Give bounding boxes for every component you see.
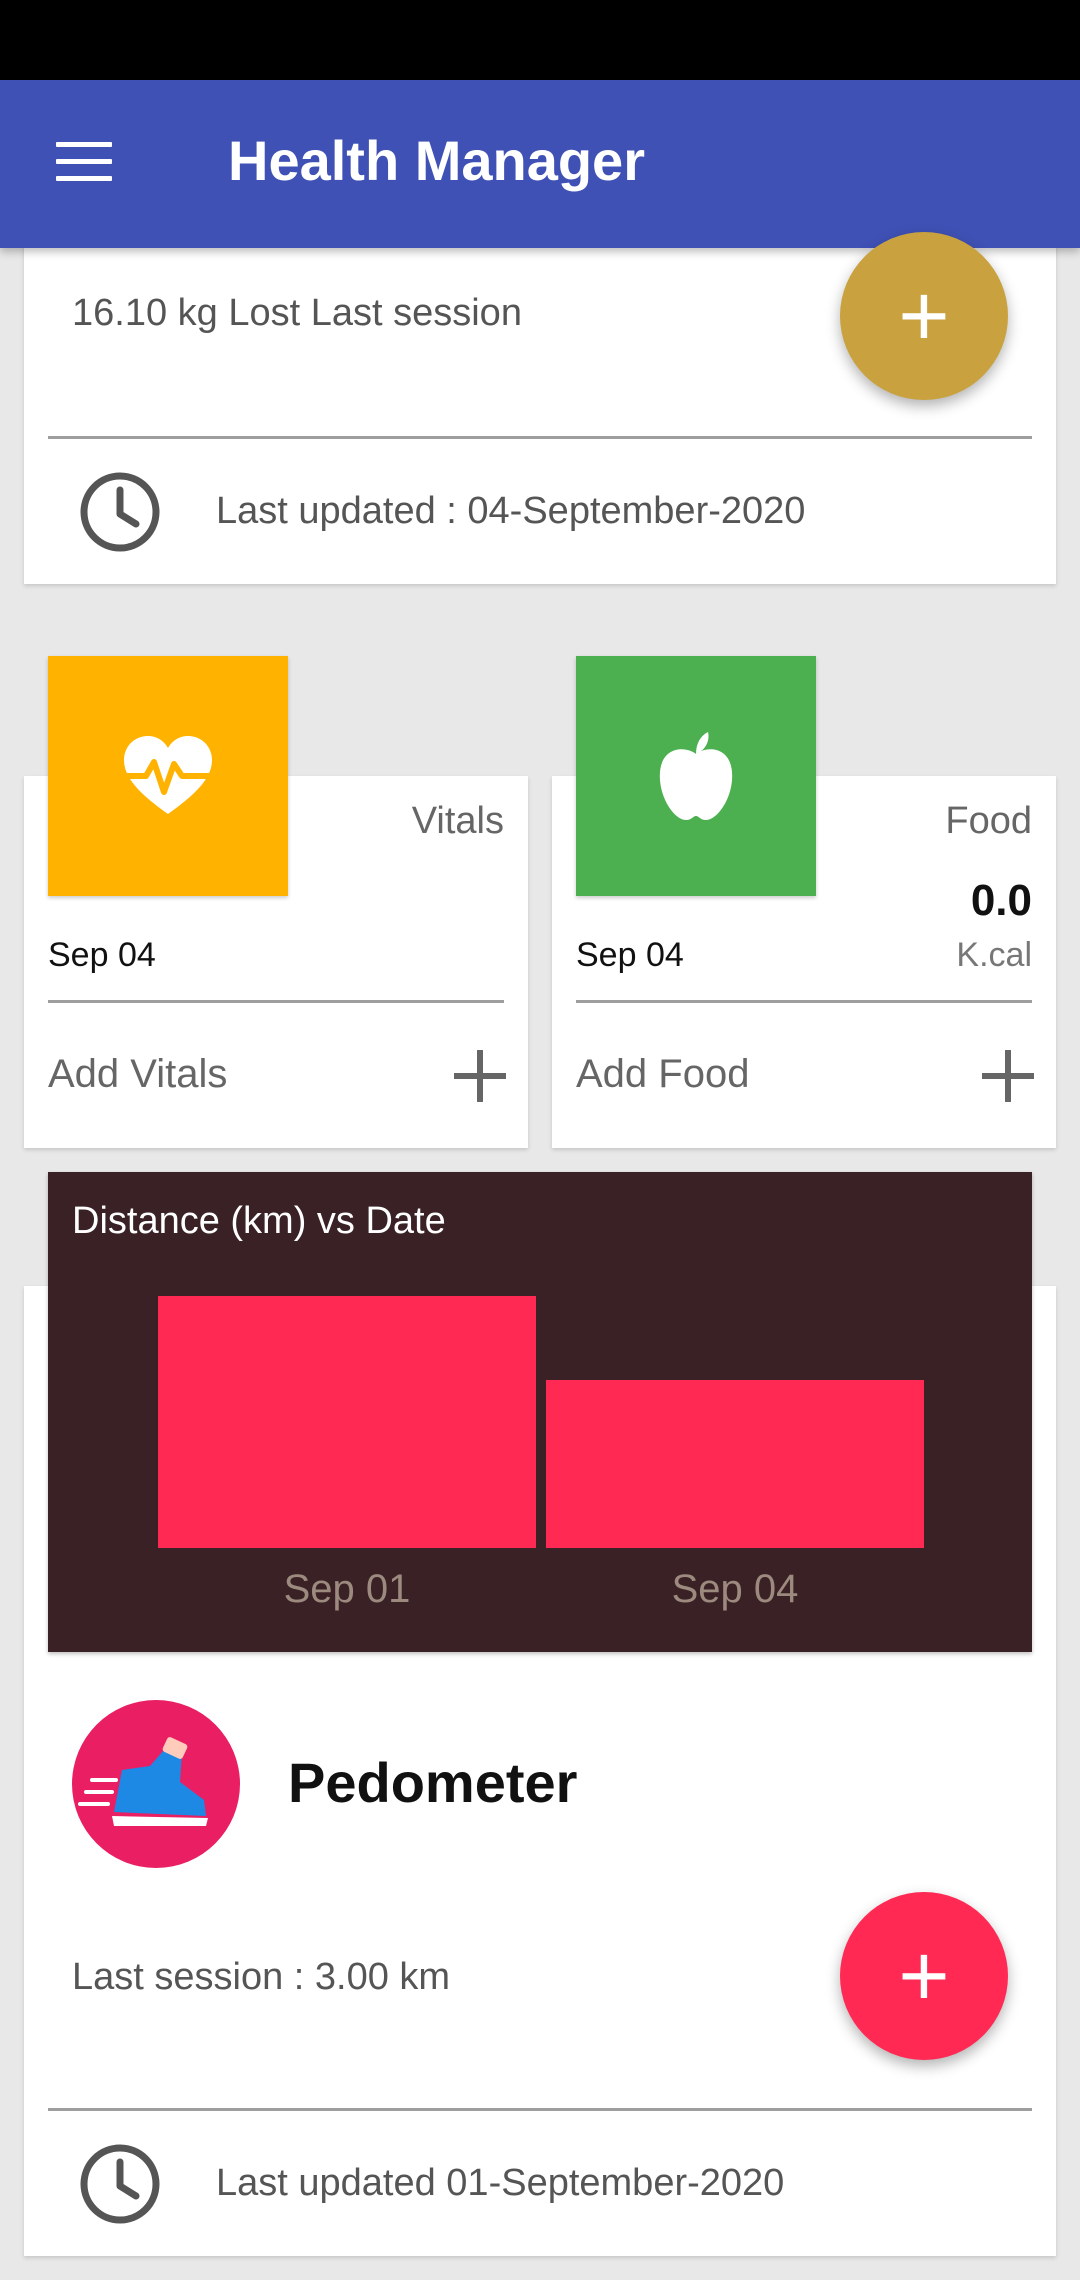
app-title: Health Manager: [228, 129, 645, 192]
pedometer-last-session: Last session : 3.00 km: [72, 1956, 451, 1998]
status-bar: [0, 0, 1080, 80]
plus-icon: +: [898, 266, 950, 365]
distance-chart[interactable]: Distance (km) vs Date Sep 01 Sep 04: [48, 1172, 1032, 1652]
chart-x-tick-label: Sep 04: [672, 1567, 799, 1611]
add-vitals-plus-icon[interactable]: [452, 1048, 508, 1104]
chart-plot: Sep 01 Sep 04: [158, 1296, 924, 1611]
vitals-date: Sep 04: [48, 936, 156, 974]
vitals-tile: [48, 656, 288, 896]
divider: [48, 436, 1032, 439]
pedometer-last-updated: Last updated 01-September-2020: [216, 2162, 785, 2204]
divider: [48, 1000, 504, 1003]
add-food-label[interactable]: Add Food: [576, 1052, 749, 1097]
weight-lost-text: 16.10 kg Lost Last session: [72, 292, 522, 334]
add-weight-button[interactable]: +: [840, 232, 1008, 400]
add-vitals-label[interactable]: Add Vitals: [48, 1052, 227, 1097]
clock-icon: [80, 2144, 160, 2224]
menu-icon[interactable]: [56, 142, 112, 186]
chart-x-tick-label: Sep 01: [284, 1567, 411, 1611]
chart-bar[interactable]: [546, 1380, 924, 1548]
apple-icon: [659, 732, 733, 820]
food-tile: [576, 656, 816, 896]
heartbeat-icon: [120, 736, 216, 814]
food-calorie-unit: K.cal: [956, 936, 1032, 974]
app-bar: Health Manager: [0, 80, 1080, 248]
vitals-title: Vitals: [411, 800, 504, 842]
add-food-plus-icon[interactable]: [980, 1048, 1036, 1104]
clock-icon: [80, 472, 160, 552]
running-shoe-icon: [72, 1700, 240, 1868]
divider: [48, 2108, 1032, 2111]
chart-bar[interactable]: [158, 1296, 536, 1548]
food-calorie-value: 0.0: [970, 876, 1032, 925]
plus-icon: +: [898, 1926, 950, 2025]
food-title: Food: [945, 800, 1032, 842]
pedometer-title: Pedometer: [288, 1751, 578, 1814]
weight-last-updated: Last updated : 04-September-2020: [216, 490, 806, 532]
add-pedometer-button[interactable]: +: [840, 1892, 1008, 2060]
divider: [576, 1000, 1032, 1003]
food-date: Sep 04: [576, 936, 684, 974]
